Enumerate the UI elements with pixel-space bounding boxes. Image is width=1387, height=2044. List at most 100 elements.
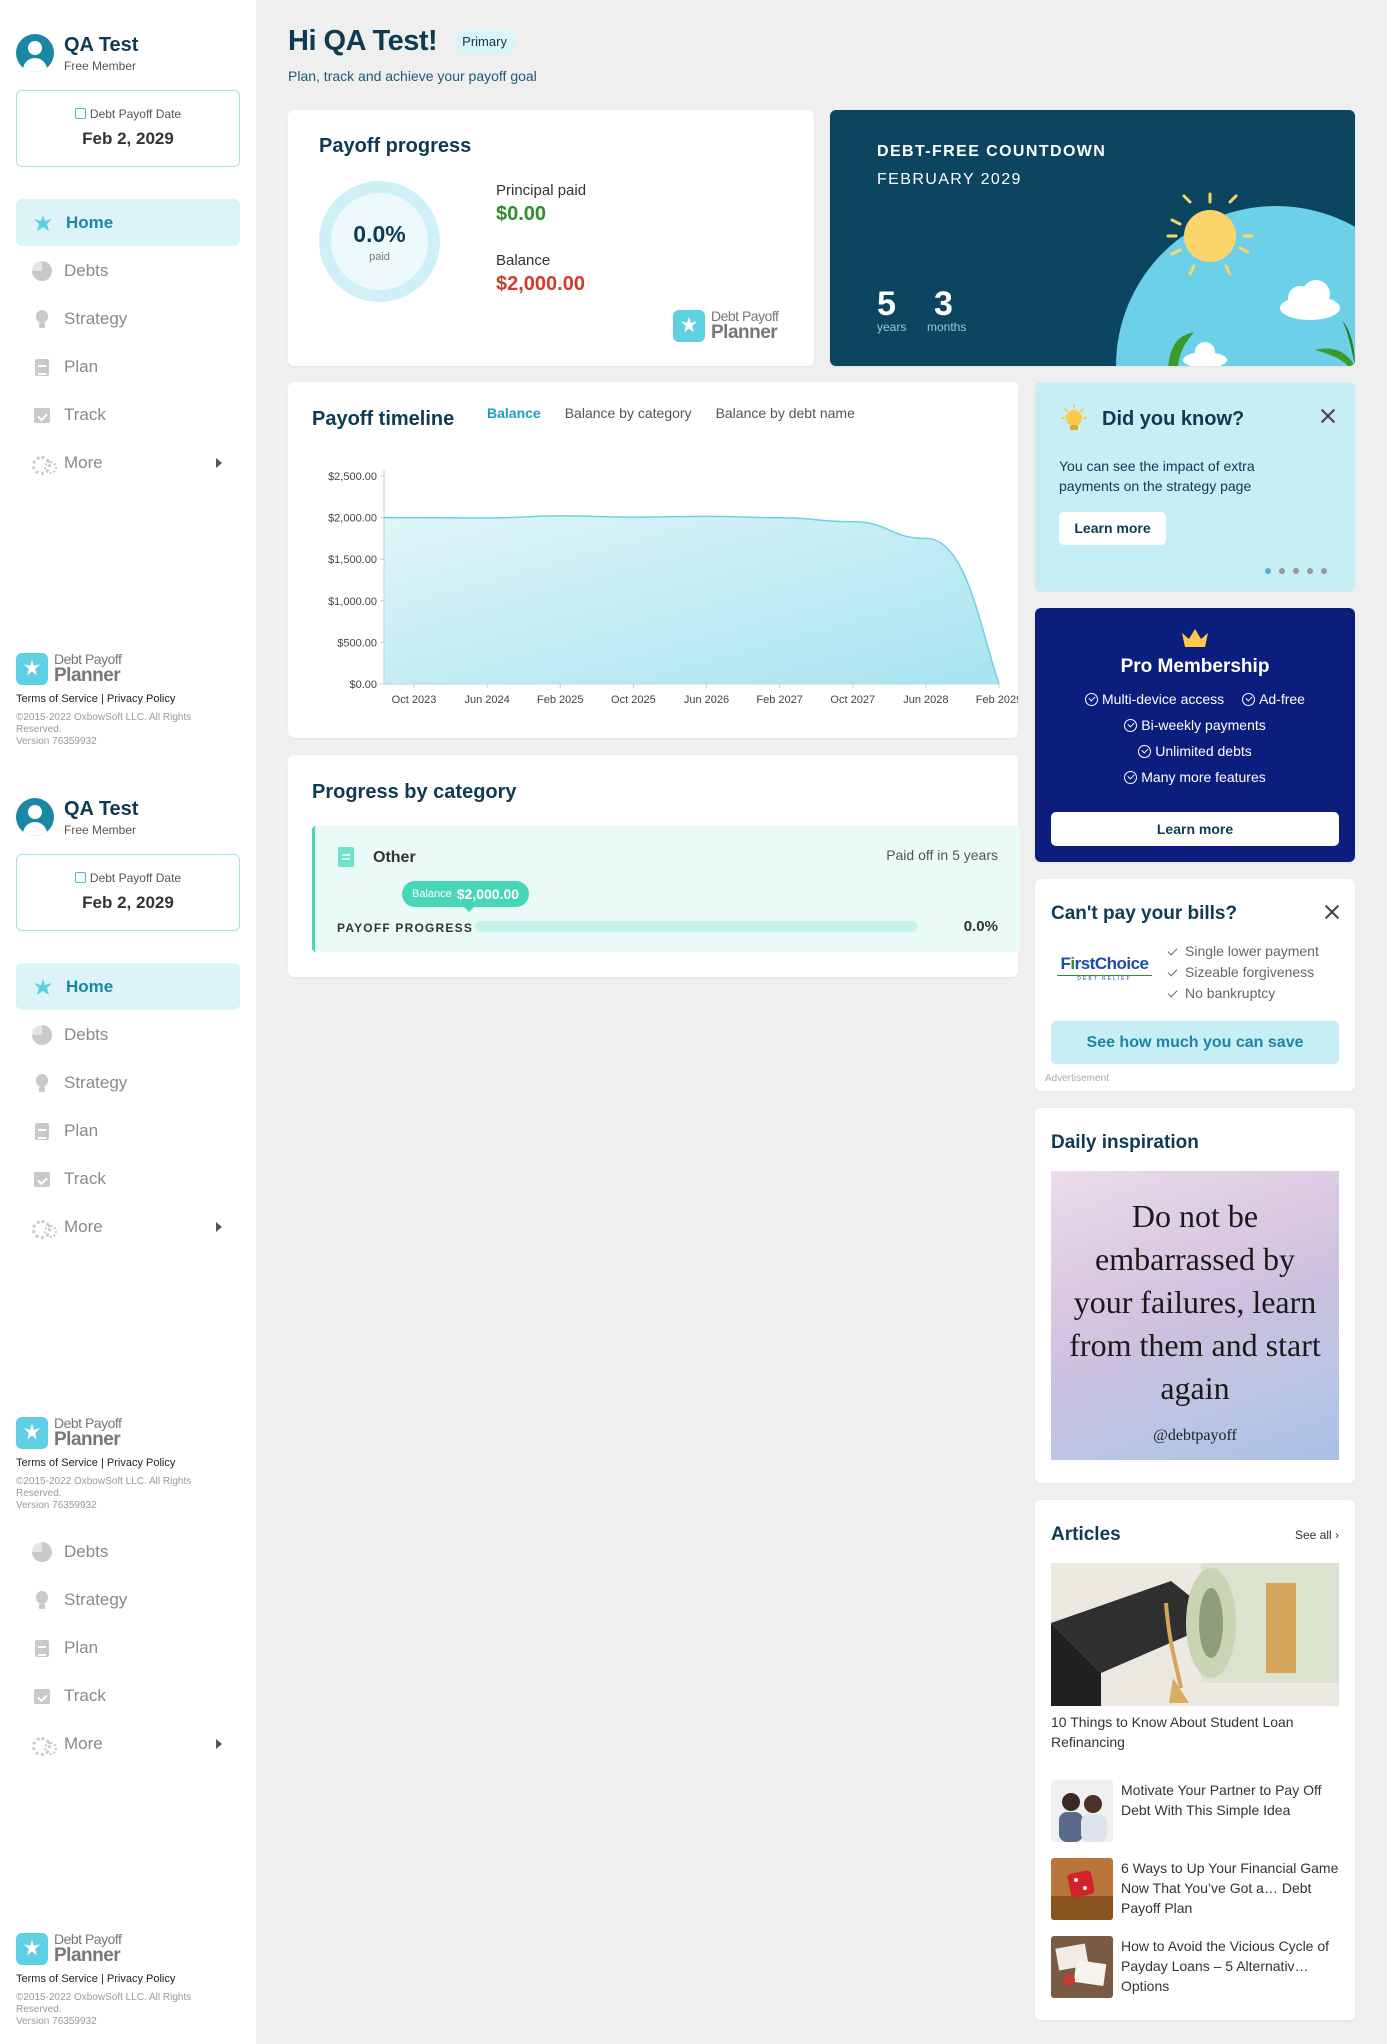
pie-chart-icon bbox=[32, 260, 52, 281]
close-icon[interactable] bbox=[1324, 904, 1340, 920]
sidebar-item-home[interactable]: Home bbox=[16, 199, 240, 246]
sidebar-item-home[interactable]: Home bbox=[16, 963, 240, 1010]
x-tick-label: Feb 2027 bbox=[756, 694, 802, 706]
payoff-date-value: Feb 2, 2029 bbox=[82, 129, 174, 148]
logo-icon bbox=[673, 309, 705, 342]
inspiration-quote-image[interactable]: Do not be embarrassed by your failures, … bbox=[1051, 1171, 1339, 1460]
sidebar-item-plan[interactable]: Plan bbox=[16, 343, 240, 390]
payoff-progress-card: Payoff progress 0.0% paid Principal paid… bbox=[288, 110, 814, 366]
home-bird-icon bbox=[34, 214, 52, 231]
calendar-check-icon bbox=[32, 1169, 52, 1189]
gears-icon bbox=[32, 1734, 57, 1756]
pro-membership-card: Pro Membership Multi-device access Ad-fr… bbox=[1035, 608, 1355, 862]
clipboard-icon bbox=[32, 1638, 52, 1658]
sidebar-nav: Home Debts Strategy Plan Track More bbox=[16, 963, 240, 1251]
category-paid-off: Paid off in 5 years bbox=[886, 847, 998, 863]
y-tick-label: $1,000.00 bbox=[328, 596, 377, 608]
carousel-dot[interactable] bbox=[1293, 568, 1299, 574]
x-tick-label: Oct 2027 bbox=[830, 694, 875, 706]
firstchoice-logo[interactable]: FirstChoice DEBT RELIEF bbox=[1057, 954, 1152, 982]
terms-link[interactable]: Terms of Service bbox=[16, 1457, 98, 1469]
x-tick-label: Oct 2023 bbox=[392, 694, 437, 706]
page-title: Hi QA Test! bbox=[288, 25, 438, 57]
carousel-dot[interactable] bbox=[1307, 568, 1313, 574]
learn-more-button[interactable]: Learn more bbox=[1059, 512, 1166, 545]
lightbulb-icon bbox=[32, 309, 52, 329]
plan-badge[interactable]: Primary bbox=[453, 29, 516, 54]
x-tick-label: Feb 2025 bbox=[537, 694, 583, 706]
sidebar-item-track[interactable]: Track bbox=[16, 1155, 240, 1202]
payoff-date-label: Debt Payoff Date bbox=[89, 871, 182, 885]
see-all-link[interactable]: See all › bbox=[1295, 1528, 1339, 1542]
carousel-dot[interactable] bbox=[1321, 568, 1327, 574]
progress-by-category-card: Progress by category Other Paid off in 5… bbox=[288, 755, 1020, 977]
privacy-link[interactable]: Privacy Policy bbox=[107, 1973, 175, 1985]
app-logo[interactable]: Debt Payoff Planner bbox=[16, 652, 122, 685]
article-item[interactable]: Motivate Your Partner to Pay Off Debt Wi… bbox=[1051, 1780, 1341, 1842]
privacy-link[interactable]: Privacy Policy bbox=[107, 1457, 175, 1469]
caret-right-icon bbox=[216, 1738, 222, 1749]
check-circle-icon bbox=[1242, 693, 1256, 706]
lightbulb-icon bbox=[1061, 404, 1087, 430]
sidebar-item-more[interactable]: More bbox=[16, 439, 240, 486]
sidebar-item-debts[interactable]: Debts bbox=[16, 247, 240, 294]
category-progress-bar bbox=[475, 921, 918, 932]
sidebar-item-more[interactable]: More bbox=[16, 1720, 240, 1767]
home-bird-icon bbox=[34, 978, 52, 995]
app-logo[interactable]: Debt Payoff Planner bbox=[16, 1932, 122, 1965]
countdown-years-label: years bbox=[877, 320, 907, 334]
article-image-graduation-money[interactable] bbox=[1051, 1563, 1339, 1706]
chevron-right-icon: › bbox=[1335, 1528, 1339, 1542]
category-progress-percent: 0.0% bbox=[963, 918, 998, 935]
check-icon bbox=[1167, 966, 1178, 977]
ad-point: No bankruptcy bbox=[1167, 983, 1319, 1004]
carousel-dot[interactable] bbox=[1279, 568, 1285, 574]
app-logo[interactable]: Debt Payoff Planner bbox=[16, 1416, 122, 1449]
sunny-hill-illustration bbox=[1116, 192, 1355, 366]
see-how-much-button[interactable]: See how much you can save bbox=[1051, 1021, 1339, 1064]
calendar-check-icon bbox=[32, 405, 52, 425]
pro-learn-more-button[interactable]: Learn more bbox=[1051, 812, 1339, 846]
pie-chart-icon bbox=[32, 1024, 52, 1045]
sidebar-item-strategy[interactable]: Strategy bbox=[16, 1576, 240, 1623]
article-item[interactable]: 6 Ways to Up Your Financial Game Now Tha… bbox=[1051, 1858, 1341, 1920]
lightbulb-icon bbox=[32, 1590, 52, 1610]
balance-tooltip: Balance $2,000.00 bbox=[402, 881, 530, 907]
category-row[interactable]: Other Paid off in 5 years Balance $2,000.… bbox=[312, 826, 1020, 952]
privacy-link[interactable]: Privacy Policy bbox=[107, 693, 175, 705]
terms-link[interactable]: Terms of Service bbox=[16, 693, 98, 705]
gears-icon bbox=[32, 1217, 57, 1239]
sidebar-item-more[interactable]: More bbox=[16, 1203, 240, 1250]
sidebar-item-strategy[interactable]: Strategy bbox=[16, 1059, 240, 1106]
inspiration-quote: Do not be embarrassed by your failures, … bbox=[1069, 1198, 1321, 1406]
user-profile[interactable]: QA Test Free Member bbox=[16, 796, 138, 838]
sidebar-item-plan[interactable]: Plan bbox=[16, 1624, 240, 1671]
terms-link[interactable]: Terms of Service bbox=[16, 1973, 98, 1985]
sidebar-item-plan[interactable]: Plan bbox=[16, 1107, 240, 1154]
article-title[interactable]: 10 Things to Know About Student Loan Ref… bbox=[1051, 1712, 1339, 1752]
debt-payoff-date-box: Debt Payoff Date Feb 2, 2029 bbox=[16, 854, 240, 931]
gears-icon bbox=[32, 453, 57, 475]
pro-title: Pro Membership bbox=[1120, 656, 1270, 677]
avatar-icon bbox=[16, 34, 54, 72]
sidebar-item-debts[interactable]: Debts bbox=[16, 1011, 240, 1058]
article-thumb-couple bbox=[1051, 1780, 1113, 1842]
sidebar-item-strategy[interactable]: Strategy bbox=[16, 295, 240, 342]
lightbulb-icon bbox=[32, 1073, 52, 1093]
calendar-icon bbox=[74, 872, 86, 883]
sidebar-item-track[interactable]: Track bbox=[16, 1672, 240, 1719]
user-profile[interactable]: QA Test Free Member bbox=[16, 32, 138, 74]
balance-area bbox=[384, 515, 999, 684]
carousel-dot[interactable] bbox=[1265, 568, 1271, 574]
article-item[interactable]: How to Avoid the Vicious Cycle of Payday… bbox=[1051, 1936, 1341, 1998]
sidebar-item-debts[interactable]: Debts bbox=[16, 1528, 240, 1575]
copyright: ©2015-2022 OxbowSoft LLC. All Rights Res… bbox=[16, 1992, 192, 2015]
articles-title: Articles bbox=[1051, 1524, 1121, 1545]
close-icon[interactable] bbox=[1320, 408, 1336, 424]
x-tick-label: Feb 2029 bbox=[976, 694, 1018, 706]
did-you-know-text: You can see the impact of extra payments… bbox=[1059, 458, 1255, 494]
sidebar-item-track[interactable]: Track bbox=[16, 391, 240, 438]
sidebar: QA Test Free Member Debt Payoff Date Feb… bbox=[0, 0, 256, 2044]
article-thumb-dice bbox=[1051, 1858, 1113, 1920]
countdown-months-label: months bbox=[927, 320, 967, 334]
